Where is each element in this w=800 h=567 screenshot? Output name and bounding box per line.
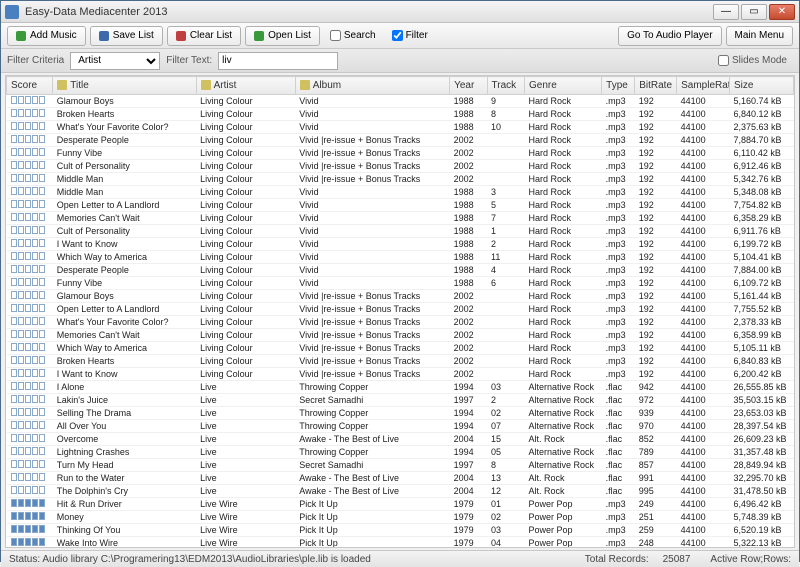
col-title[interactable]: Title: [53, 77, 196, 95]
table-row[interactable]: Desperate PeopleLiving ColourVivid |re-i…: [7, 134, 794, 147]
table-row[interactable]: I Want to KnowLiving ColourVivid |re-iss…: [7, 368, 794, 381]
table-row[interactable]: Wake Into WireLive WirePick It Up197904P…: [7, 537, 794, 549]
col-bitrate[interactable]: BitRate: [635, 77, 677, 95]
table-row[interactable]: Selling The DramaLiveThrowing Copper1994…: [7, 407, 794, 420]
table-row[interactable]: Glamour BoysLiving ColourVivid19889Hard …: [7, 95, 794, 108]
table-row[interactable]: Funny VibeLiving ColourVivid19886Hard Ro…: [7, 277, 794, 290]
table-row[interactable]: Memories Can't WaitLiving ColourVivid |r…: [7, 329, 794, 342]
table-row[interactable]: Funny VibeLiving ColourVivid |re-issue +…: [7, 147, 794, 160]
open-list-button[interactable]: Open List: [245, 26, 320, 46]
table-row[interactable]: Hit & Run DriverLive WirePick It Up19790…: [7, 498, 794, 511]
maximize-button[interactable]: ▭: [741, 4, 767, 20]
col-size[interactable]: Size: [730, 77, 794, 95]
table-row[interactable]: Which Way to AmericaLiving ColourVivid19…: [7, 251, 794, 264]
table-row[interactable]: Open Letter to A LandlordLiving ColourVi…: [7, 199, 794, 212]
table-row[interactable]: Lakin's JuiceLiveSecret Samadhi19972Alte…: [7, 394, 794, 407]
table-row[interactable]: OvercomeLiveAwake - The Best of Live2004…: [7, 433, 794, 446]
table-row[interactable]: I Want to KnowLiving ColourVivid19882Har…: [7, 238, 794, 251]
table-row[interactable]: Broken HeartsLiving ColourVivid |re-issu…: [7, 355, 794, 368]
data-grid[interactable]: ScoreTitleArtistAlbumYearTrackGenreTypeB…: [5, 75, 795, 548]
filter-text-input[interactable]: [218, 52, 338, 70]
filter-criteria-select[interactable]: Artist: [70, 52, 160, 70]
table-row[interactable]: Cult of PersonalityLiving ColourVivid |r…: [7, 160, 794, 173]
search-checkbox[interactable]: Search: [330, 30, 376, 41]
filter-text-label: Filter Text:: [166, 55, 212, 66]
save-list-button[interactable]: Save List: [90, 26, 163, 46]
window-title: Easy-Data Mediacenter 2013: [25, 6, 711, 18]
status-bar: Status: Audio library C:\Programering13\…: [1, 550, 799, 567]
table-row[interactable]: Desperate PeopleLiving ColourVivid19884H…: [7, 264, 794, 277]
col-score[interactable]: Score: [7, 77, 53, 95]
filter-bar: Filter Criteria Artist Filter Text: Slid…: [1, 49, 799, 73]
main-menu-button[interactable]: Main Menu: [726, 26, 793, 46]
table-row[interactable]: Memories Can't WaitLiving ColourVivid198…: [7, 212, 794, 225]
table-row[interactable]: What's Your Favorite Color?Living Colour…: [7, 121, 794, 134]
table-row[interactable]: Which Way to AmericaLiving ColourVivid |…: [7, 342, 794, 355]
table-row[interactable]: Glamour BoysLiving ColourVivid |re-issue…: [7, 290, 794, 303]
table-row[interactable]: Broken HeartsLiving ColourVivid19888Hard…: [7, 108, 794, 121]
table-row[interactable]: Middle ManLiving ColourVivid |re-issue +…: [7, 173, 794, 186]
table-row[interactable]: Run to the WaterLiveAwake - The Best of …: [7, 472, 794, 485]
x-icon: [176, 31, 186, 41]
col-year[interactable]: Year: [450, 77, 487, 95]
col-album[interactable]: Album: [295, 77, 449, 95]
col-artist[interactable]: Artist: [196, 77, 295, 95]
table-row[interactable]: What's Your Favorite Color?Living Colour…: [7, 316, 794, 329]
table-row[interactable]: The Dolphin's CryLiveAwake - The Best of…: [7, 485, 794, 498]
table-row[interactable]: Open Letter to A LandlordLiving ColourVi…: [7, 303, 794, 316]
app-icon: [5, 5, 19, 19]
table-row[interactable]: I AloneLiveThrowing Copper199403Alternat…: [7, 381, 794, 394]
col-genre[interactable]: Genre: [525, 77, 602, 95]
titlebar: Easy-Data Mediacenter 2013 — ▭ ✕: [1, 1, 799, 23]
col-track[interactable]: Track: [487, 77, 524, 95]
add-music-button[interactable]: Add Music: [7, 26, 86, 46]
clear-list-button[interactable]: Clear List: [167, 26, 241, 46]
filter-checkbox[interactable]: Filter: [392, 30, 428, 41]
table-row[interactable]: All Over YouLiveThrowing Copper199407Alt…: [7, 420, 794, 433]
minimize-button[interactable]: —: [713, 4, 739, 20]
table-row[interactable]: Lightning CrashesLiveThrowing Copper1994…: [7, 446, 794, 459]
col-samplerate[interactable]: SampleRate: [677, 77, 730, 95]
goto-audio-player-button[interactable]: Go To Audio Player: [618, 26, 721, 46]
toolbar: Add Music Save List Clear List Open List…: [1, 23, 799, 49]
plus-icon: [16, 31, 26, 41]
table-row[interactable]: Turn My HeadLiveSecret Samadhi19978Alter…: [7, 459, 794, 472]
col-type[interactable]: Type: [602, 77, 635, 95]
slides-mode-checkbox[interactable]: Slides Mode: [718, 55, 787, 66]
table-row[interactable]: MoneyLive WirePick It Up197902Power Pop.…: [7, 511, 794, 524]
close-button[interactable]: ✕: [769, 4, 795, 20]
save-icon: [99, 31, 109, 41]
status-text: Status: Audio library C:\Programering13\…: [9, 554, 371, 565]
table-row[interactable]: Cult of PersonalityLiving ColourVivid198…: [7, 225, 794, 238]
table-row[interactable]: Middle ManLiving ColourVivid19883Hard Ro…: [7, 186, 794, 199]
table-row[interactable]: Thinking Of YouLive WirePick It Up197903…: [7, 524, 794, 537]
filter-criteria-label: Filter Criteria: [7, 55, 64, 66]
open-icon: [254, 31, 264, 41]
